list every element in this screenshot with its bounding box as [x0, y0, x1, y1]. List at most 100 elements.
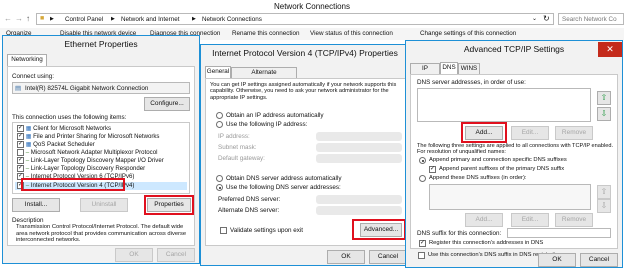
register-checkbox[interactable]: ✓ [419, 240, 426, 247]
alternate-dns-field[interactable] [316, 206, 402, 215]
up-arrow-icon[interactable]: ↑ [26, 14, 30, 23]
dns-server-list[interactable] [417, 88, 591, 122]
address-bar[interactable]: ■ ▶ Control Panel ▶ Network and Internet… [36, 13, 554, 25]
breadcrumb-sep-icon: ▶ [111, 16, 115, 22]
advanced-ok-button[interactable]: OK [538, 253, 576, 267]
description-text: Transmission Control Protocol/Internet P… [16, 224, 187, 244]
breadcrumb-network-connections[interactable]: Network Connections [202, 16, 262, 23]
adapter-icon: ▤ [15, 85, 21, 92]
dns-suffix-field[interactable] [507, 228, 611, 238]
move-up-icon[interactable]: ⇧ [597, 91, 611, 105]
item-checkbox[interactable] [17, 149, 24, 156]
obtain-ip-auto-radio[interactable] [216, 112, 223, 119]
use-suffix-checkbox[interactable] [418, 252, 425, 259]
obtain-ip-auto-label[interactable]: Obtain an IP address automatically [226, 112, 324, 119]
search-box[interactable]: Search Network Co [558, 13, 624, 25]
obtain-dns-auto-label[interactable]: Obtain DNS server address automatically [226, 175, 342, 182]
use-dns-radio[interactable] [216, 184, 223, 191]
install-button[interactable]: Install... [12, 198, 60, 212]
suffix-edit-button[interactable]: Edit... [511, 213, 549, 227]
preferred-dns-field[interactable] [316, 195, 402, 204]
highlight-advanced-button [352, 219, 406, 240]
register-label[interactable]: Register this connection's addresses in … [429, 240, 543, 246]
item-label: Link-Layer Topology Discovery Mapper I/O… [30, 157, 164, 165]
highlight-properties-button [144, 195, 194, 215]
ipv4-ok-button[interactable]: OK [327, 250, 365, 264]
item-checkbox[interactable]: ✓ [17, 141, 24, 148]
adapter-name: Intel(R) 82574L Gigabit Network Connecti… [25, 85, 149, 92]
uninstall-button[interactable]: Uninstall [80, 198, 128, 212]
suffix-down-icon[interactable]: ⇩ [597, 199, 611, 213]
list-item[interactable]: ✓ ▦ QoS Packet Scheduler [17, 141, 95, 149]
list-item[interactable]: – Microsoft Network Adapter Multiplexor … [17, 149, 157, 157]
explorer-title: Network Connections [273, 2, 351, 11]
move-down-icon[interactable]: ⇩ [597, 107, 611, 121]
item-checkbox[interactable]: ✓ [17, 165, 24, 172]
dns-suffix-label: DNS suffix for this connection: [417, 230, 502, 237]
use-ip-radio[interactable] [216, 121, 223, 128]
append-primary-radio[interactable] [419, 157, 426, 164]
description-label: Description [12, 217, 44, 224]
connect-using-label: Connect using: [12, 73, 55, 80]
refresh-icon[interactable]: ↻ [543, 14, 550, 23]
list-item[interactable]: ✓ ▦ File and Printer Sharing for Microso… [17, 133, 159, 141]
append-these-label[interactable]: Append these DNS suffixes (in order): [429, 175, 527, 181]
ethernet-cancel-button[interactable]: Cancel [157, 248, 195, 262]
dns-suffix-list[interactable] [429, 184, 591, 210]
network-icon: ▦ [24, 141, 34, 149]
ethernet-ok-button[interactable]: OK [115, 248, 153, 262]
append-primary-label[interactable]: Append primary and connection specific D… [429, 157, 567, 163]
network-icon: ▦ [24, 133, 34, 141]
ipv4-cancel-button[interactable]: Cancel [369, 250, 407, 264]
obtain-dns-auto-radio[interactable] [216, 175, 223, 182]
dns-list-label: DNS server addresses, in order of use: [417, 79, 526, 86]
ipv4-properties-dialog: Internet Protocol Version 4 (TCP/IPv4) P… [200, 44, 410, 266]
append-parent-checkbox[interactable]: ✓ [429, 166, 436, 173]
general-panel: You can get IP settings assigned automat… [205, 78, 407, 246]
configure-button[interactable]: Configure... [144, 97, 190, 111]
item-checkbox[interactable]: ✓ [17, 157, 24, 164]
chevron-down-icon[interactable]: ⌄ [532, 15, 537, 22]
use-ip-label[interactable]: Use the following IP address: [226, 121, 307, 128]
suffix-remove-button[interactable]: Remove [555, 213, 593, 227]
breadcrumb-sep-icon: ▶ [50, 16, 54, 22]
breadcrumb-network-internet[interactable]: Network and Internet [121, 16, 179, 23]
intro-text: You can get IP settings assigned automat… [210, 82, 397, 101]
append-parent-label[interactable]: Append parent suffixes of the primary DN… [439, 166, 564, 172]
toolbar-change-settings[interactable]: Change settings of this connection [420, 30, 516, 37]
tab-wins[interactable]: WINS [458, 63, 480, 74]
search-input[interactable]: Search Network Co [562, 16, 617, 23]
breadcrumb-control-panel[interactable]: Control Panel [65, 16, 103, 23]
protocol-icon: – [24, 165, 31, 173]
list-item[interactable]: ✓ ▦ Client for Microsoft Networks [17, 125, 111, 133]
highlight-ipv4-item [21, 178, 125, 191]
item-checkbox[interactable]: ✓ [17, 133, 24, 140]
toolbar-rename[interactable]: Rename this connection [232, 30, 300, 37]
default-gateway-label: Default gateway: [218, 155, 265, 162]
item-label: File and Printer Sharing for Microsoft N… [33, 133, 160, 141]
subnet-mask-field[interactable] [316, 143, 402, 152]
back-arrow-icon[interactable]: ← [4, 14, 12, 23]
advanced-cancel-button[interactable]: Cancel [580, 253, 618, 267]
item-checkbox[interactable]: ✓ [17, 125, 24, 132]
validate-label[interactable]: Validate settings upon exit [230, 227, 303, 234]
suffix-add-button[interactable]: Add... [465, 213, 503, 227]
suffix-up-icon[interactable]: ⇧ [597, 185, 611, 199]
toolbar-view-status[interactable]: View status of this connection [310, 30, 393, 37]
forward-arrow-icon[interactable]: → [15, 14, 23, 23]
list-item[interactable]: ✓ – Link-Layer Topology Discovery Respon… [17, 165, 145, 173]
ip-address-field[interactable] [316, 132, 402, 141]
network-icon: ▦ [24, 125, 34, 133]
validate-checkbox[interactable] [220, 227, 227, 234]
dns-edit-button[interactable]: Edit... [511, 126, 549, 140]
use-dns-label[interactable]: Use the following DNS server addresses: [226, 184, 341, 191]
dns-remove-button[interactable]: Remove [555, 126, 593, 140]
append-these-radio[interactable] [419, 175, 426, 182]
default-gateway-field[interactable] [316, 154, 402, 163]
explorer-titlebar: Network Connections [0, 0, 624, 13]
close-icon[interactable]: ✕ [598, 42, 622, 57]
item-label: Microsoft Network Adapter Multiplexor Pr… [30, 149, 158, 157]
highlight-add-button [461, 122, 507, 143]
list-item[interactable]: ✓ – Link-Layer Topology Discovery Mapper… [17, 157, 164, 165]
resolution-description: The following three settings are applied… [417, 143, 614, 156]
